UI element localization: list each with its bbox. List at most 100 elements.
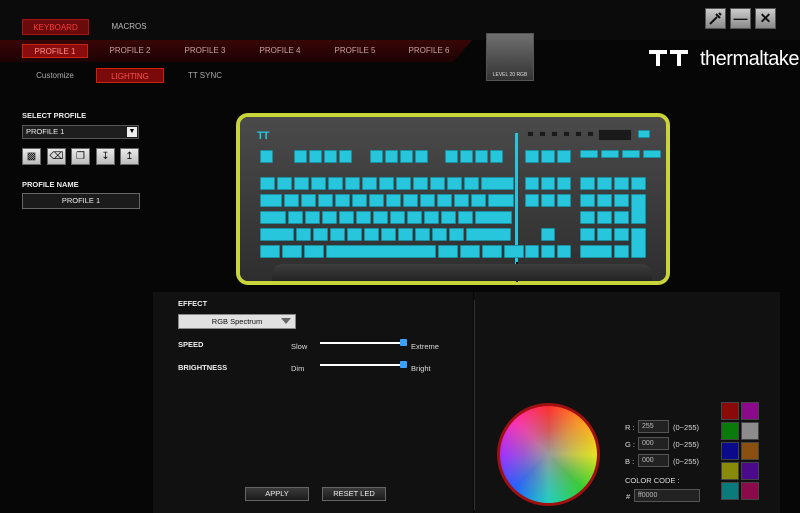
keyboard-key[interactable] <box>475 150 488 163</box>
g-input[interactable]: 000 <box>638 437 669 450</box>
keyboard-key[interactable] <box>580 211 595 224</box>
keyboard-key[interactable] <box>471 194 486 207</box>
keyboard-key[interactable] <box>339 211 354 224</box>
keyboard-key[interactable] <box>311 177 326 190</box>
tab-profile-2[interactable]: PROFILE 2 <box>97 44 163 58</box>
color-swatch[interactable] <box>721 402 739 420</box>
keyboard-key[interactable] <box>541 228 555 241</box>
keyboard-key[interactable] <box>260 177 275 190</box>
keyboard-key[interactable] <box>464 177 479 190</box>
color-swatch[interactable] <box>741 422 759 440</box>
keyboard-key[interactable] <box>415 150 428 163</box>
keyboard-key[interactable] <box>369 194 384 207</box>
keyboard-key[interactable] <box>551 131 558 137</box>
keyboard-key[interactable] <box>460 150 473 163</box>
keyboard-key[interactable] <box>260 150 273 163</box>
keyboard-key[interactable] <box>345 177 360 190</box>
color-swatch[interactable] <box>721 442 739 460</box>
keyboard-key[interactable] <box>575 131 582 137</box>
keyboard-key[interactable] <box>305 211 320 224</box>
keyboard-key[interactable] <box>430 177 445 190</box>
reset-led-button[interactable]: RESET LED <box>322 487 386 501</box>
keyboard-key[interactable] <box>504 245 524 258</box>
speed-slider[interactable] <box>320 342 404 344</box>
effect-select[interactable]: RGB Spectrum <box>178 314 296 329</box>
keyboard-key[interactable] <box>294 150 307 163</box>
keyboard-key[interactable] <box>284 194 299 207</box>
keyboard-key[interactable] <box>318 194 333 207</box>
keyboard-key[interactable] <box>260 245 280 258</box>
keyboard-key[interactable] <box>364 228 379 241</box>
keyboard-key[interactable] <box>597 211 612 224</box>
keyboard-key[interactable] <box>352 194 367 207</box>
keyboard-key[interactable] <box>638 130 650 138</box>
keyboard-key[interactable] <box>490 150 503 163</box>
profile-select[interactable]: PROFILE 1 ▼ <box>22 125 139 139</box>
keyboard-key[interactable] <box>539 131 546 137</box>
tab-profile-4[interactable]: PROFILE 4 <box>247 44 313 58</box>
settings-icon[interactable] <box>705 8 726 29</box>
keyboard-key[interactable] <box>587 131 594 137</box>
keyboard-key[interactable] <box>282 245 302 258</box>
keyboard-key[interactable] <box>447 177 462 190</box>
brightness-slider-knob[interactable] <box>400 361 407 368</box>
keyboard-key[interactable] <box>488 194 514 207</box>
keyboard-key[interactable] <box>580 194 595 207</box>
keyboard-key[interactable] <box>631 228 646 258</box>
keyboard-key[interactable] <box>614 245 629 258</box>
keyboard-key[interactable] <box>601 150 619 158</box>
keyboard-key[interactable] <box>400 150 413 163</box>
color-wheel[interactable] <box>497 403 600 506</box>
keyboard-key[interactable] <box>385 150 398 163</box>
delete-icon[interactable]: ⌫ <box>47 148 66 165</box>
keyboard-key[interactable] <box>597 194 612 207</box>
keyboard-key[interactable] <box>309 150 322 163</box>
keyboard-key[interactable] <box>301 194 316 207</box>
tab-customize[interactable]: Customize <box>22 68 88 83</box>
tab-keyboard[interactable]: KEYBOARD <box>22 19 89 35</box>
keyboard-key[interactable] <box>396 177 411 190</box>
tab-profile-6[interactable]: PROFILE 6 <box>396 44 462 58</box>
keyboard-key[interactable] <box>260 228 294 241</box>
color-swatch[interactable] <box>741 482 759 500</box>
color-swatch[interactable] <box>721 482 739 500</box>
keyboard-key[interactable] <box>432 228 447 241</box>
keyboard-key[interactable] <box>403 194 418 207</box>
keyboard-key[interactable] <box>339 150 352 163</box>
keyboard-key[interactable] <box>622 150 640 158</box>
keyboard-key[interactable] <box>557 177 571 190</box>
keyboard-key[interactable] <box>557 150 571 163</box>
keyboard-key[interactable] <box>614 177 629 190</box>
keyboard-key[interactable] <box>356 211 371 224</box>
keyboard-key[interactable] <box>541 245 555 258</box>
keyboard-key[interactable] <box>381 228 396 241</box>
keyboard-key[interactable] <box>541 177 555 190</box>
keyboard-key[interactable] <box>643 150 661 158</box>
keyboard-key[interactable] <box>482 245 502 258</box>
keyboard-key[interactable] <box>260 211 286 224</box>
speed-slider-knob[interactable] <box>400 339 407 346</box>
keyboard-key[interactable] <box>614 211 629 224</box>
keyboard-key[interactable] <box>541 194 555 207</box>
import-icon[interactable]: ↧ <box>96 148 115 165</box>
tab-profile-1[interactable]: PROFILE 1 <box>22 44 88 58</box>
keyboard-key[interactable] <box>362 177 377 190</box>
keyboard-key[interactable] <box>458 211 473 224</box>
keyboard-key[interactable] <box>420 194 435 207</box>
keyboard-key[interactable] <box>466 228 511 241</box>
keyboard-key[interactable] <box>322 211 337 224</box>
keyboard-key[interactable] <box>296 228 311 241</box>
keyboard-key[interactable] <box>413 177 428 190</box>
profile-name-field[interactable]: PROFILE 1 <box>22 193 140 209</box>
keyboard-key[interactable] <box>398 228 413 241</box>
keyboard-key[interactable] <box>580 228 595 241</box>
keyboard-key[interactable] <box>347 228 362 241</box>
tab-lighting[interactable]: LIGHTING <box>96 68 164 83</box>
keyboard-key[interactable] <box>449 228 464 241</box>
keyboard-key[interactable] <box>370 150 383 163</box>
keyboard-key[interactable] <box>335 194 350 207</box>
keyboard-key[interactable] <box>454 194 469 207</box>
export-icon[interactable]: ↥ <box>120 148 139 165</box>
keyboard-key[interactable] <box>379 177 394 190</box>
keyboard-key[interactable] <box>441 211 456 224</box>
